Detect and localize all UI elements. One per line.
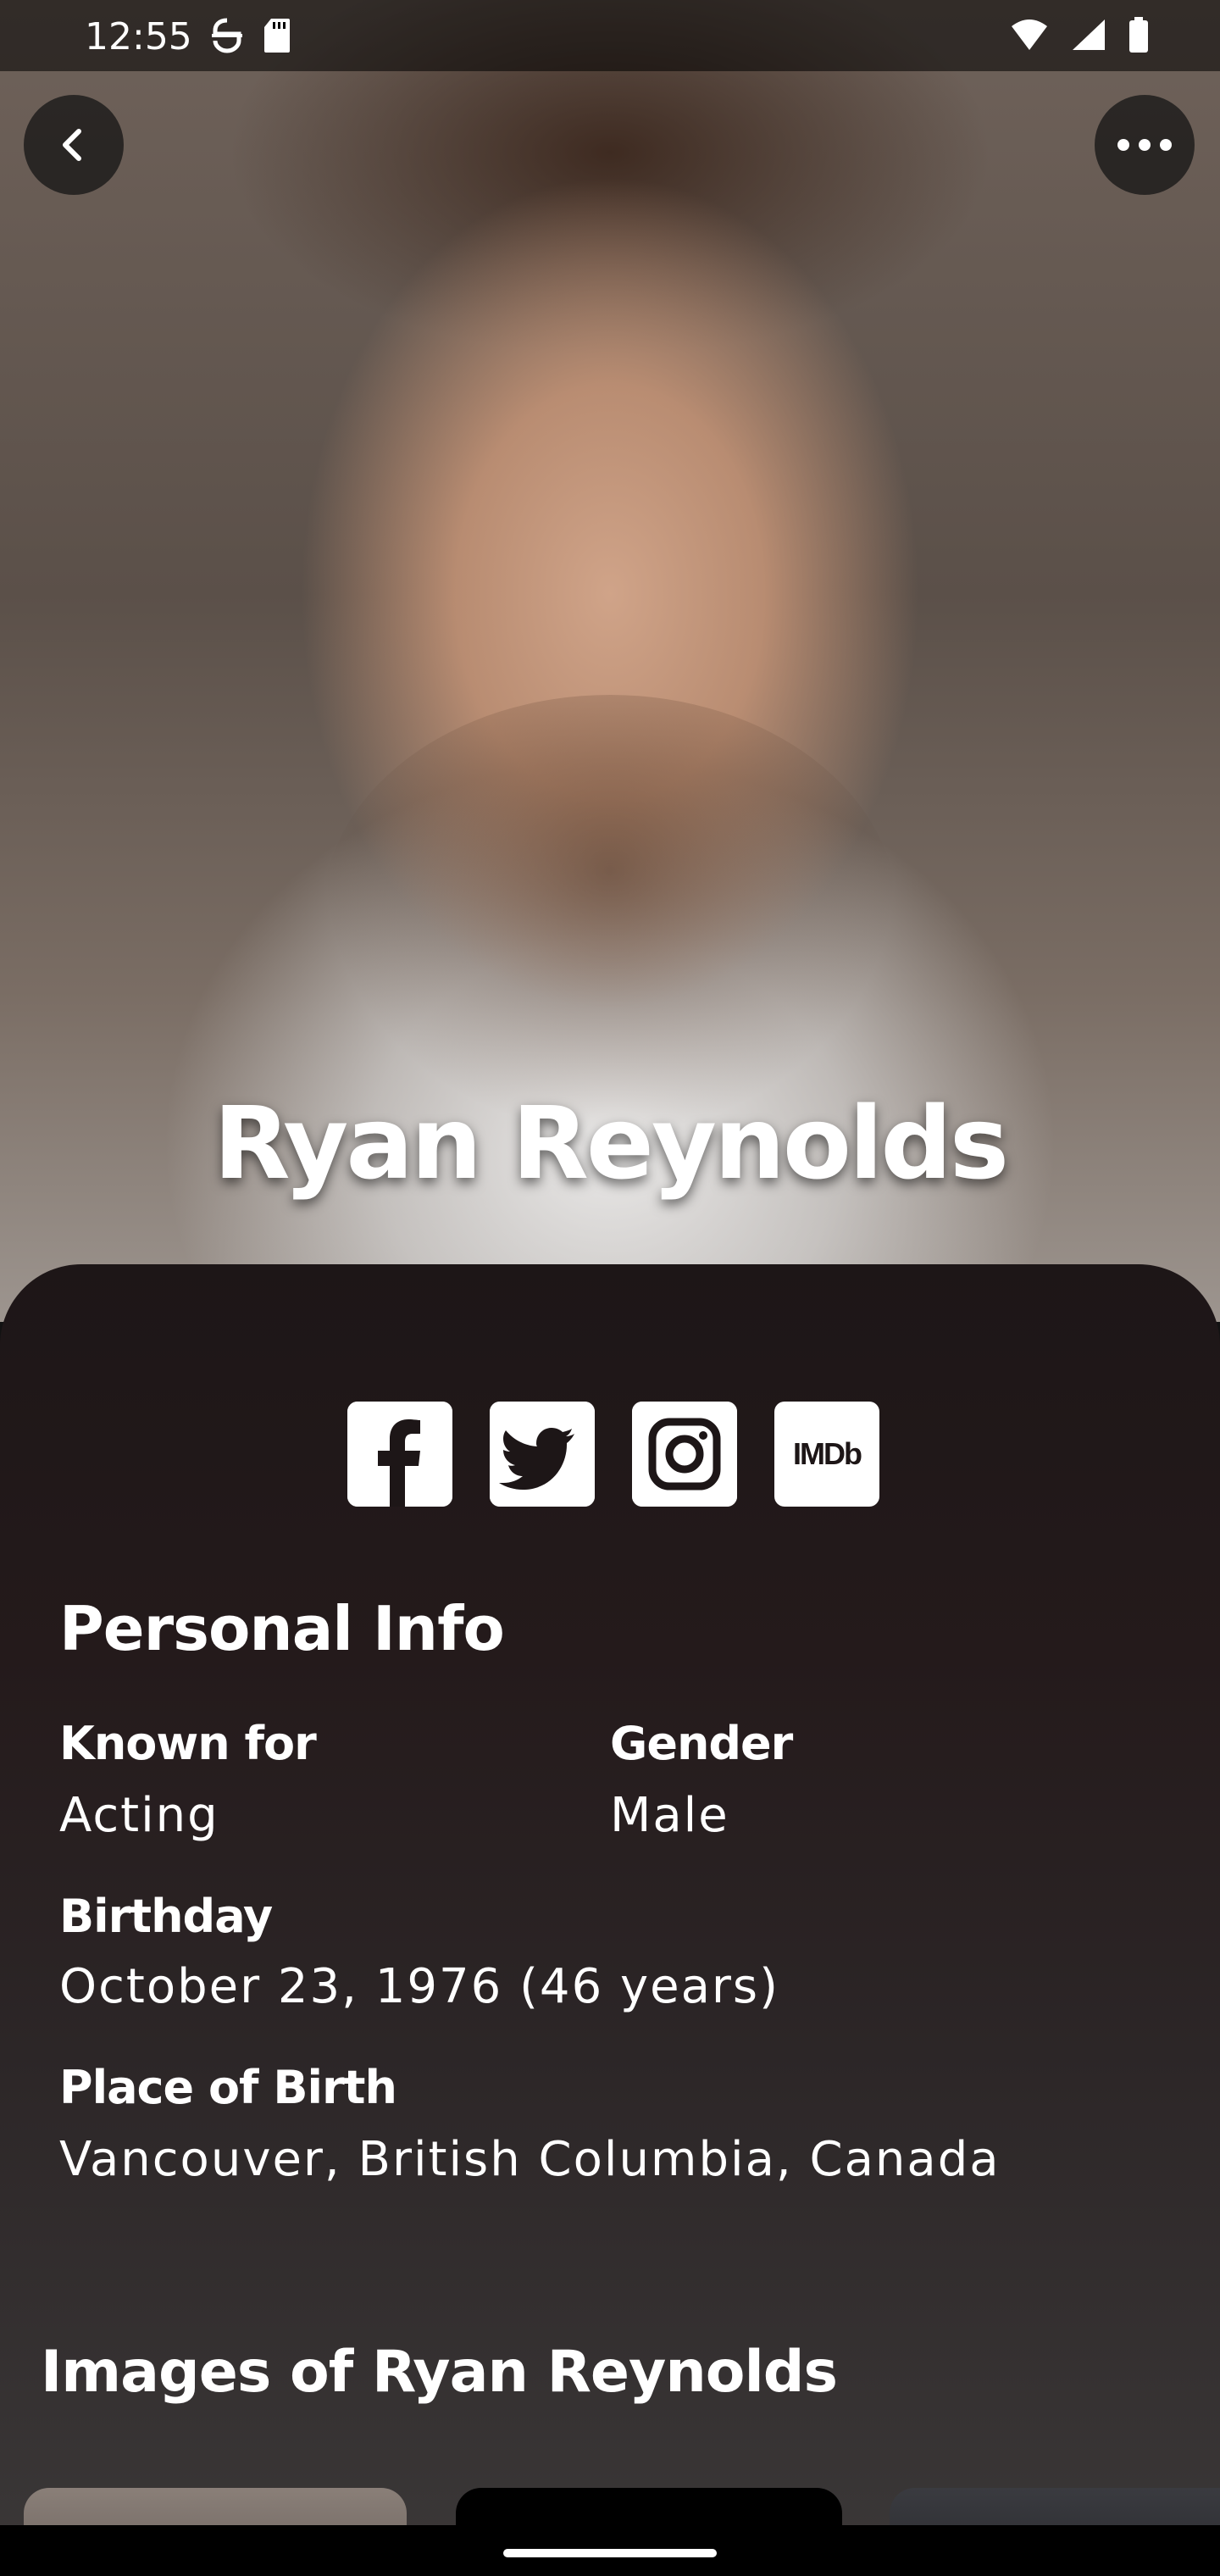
battery-icon [1129,17,1148,53]
facebook-link[interactable] [347,1402,452,1507]
back-arrow-icon [63,129,81,161]
images-section-title: Images of Ryan Reynolds [41,2339,838,2406]
gender-label: Gender [610,1717,793,1770]
home-indicator[interactable] [503,2549,717,2557]
gender-value: Male [610,1788,729,1843]
status-time: 12:55 [85,15,192,58]
social-links: IMDb [347,1402,879,1507]
imdb-link[interactable]: IMDb [774,1402,879,1507]
photo-detail [322,695,898,1135]
known-for-value: Acting [59,1788,219,1843]
back-button[interactable] [24,95,124,195]
place-of-birth-value: Vancouver, British Columbia, Canada [59,2132,1001,2187]
more-options-icon [1117,139,1172,151]
twitter-icon [490,1402,595,1507]
status-icons-left [210,17,291,54]
sd-card-icon [264,19,290,53]
known-for-label: Known for [59,1717,317,1770]
status-bar: 12:55 [0,0,1220,71]
status-icons-right [1010,17,1149,53]
instagram-icon [632,1402,737,1507]
birthday-value: October 23, 1976 (46 years) [59,1959,779,2014]
facebook-icon [347,1402,452,1507]
twitter-link[interactable] [490,1402,595,1507]
wifi-icon [1012,19,1047,50]
signal-icon [1073,19,1105,50]
imdb-icon: IMDb [793,1436,862,1471]
vpn-icon [212,18,242,53]
personal-info-title: Personal Info [59,1593,505,1664]
place-of-birth-label: Place of Birth [59,2061,397,2114]
actor-name: Ryan Reynolds [213,1085,1009,1202]
birthday-label: Birthday [59,1890,273,1943]
more-options-button[interactable] [1095,95,1195,195]
instagram-link[interactable] [632,1402,737,1507]
